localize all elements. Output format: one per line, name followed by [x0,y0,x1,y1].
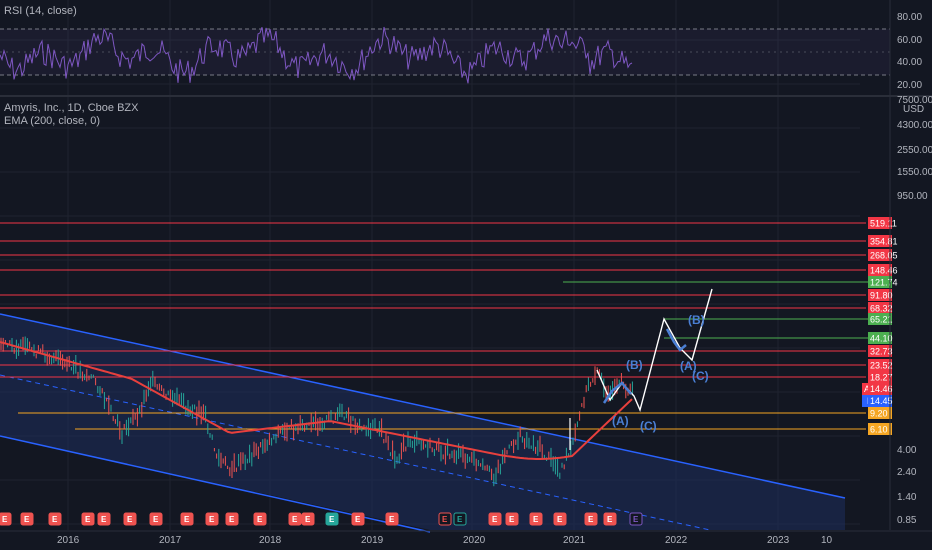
earnings-label: E [292,515,298,524]
wave-label: (B) [688,313,705,327]
earnings-label: E [355,515,361,524]
wave-label: (C) [640,419,657,433]
price-axis-tick: 1.40 [897,492,917,503]
earnings-label: E [329,515,335,524]
x-axis-tick: 2021 [563,535,586,546]
level-label: 121.74 [870,278,898,288]
price-title: Amyris, Inc., 1D, Cboe BZX [4,102,139,114]
level-label: 32.73 [870,347,893,357]
earnings-label: E [85,515,91,524]
level-label: 268.05 [870,251,898,261]
earnings-label: E [52,515,58,524]
rsi-axis-tick: 60.00 [897,35,922,46]
earnings-label: E [257,515,263,524]
level-label: 6.10 [870,425,888,435]
wave-label: (C) [692,369,709,383]
currency-label: USD [903,104,924,115]
level-label: 68.32 [870,304,893,314]
price-axis-tick: 4.00 [897,445,917,456]
earnings-label: E [127,515,133,524]
earnings-label: E [389,515,395,524]
x-axis-tick: 10 [821,535,833,546]
level-label: 519.11 [870,219,897,229]
earnings-label: E [305,515,311,524]
rsi-axis-tick: 20.00 [897,80,922,91]
x-axis-tick: 2018 [259,535,282,546]
x-axis-tick: 2023 [767,535,790,546]
wave-label: (B) [626,358,643,372]
earnings-label: E [607,515,613,524]
earnings-label: E [557,515,563,524]
x-axis-tick: 2016 [57,535,80,546]
earnings-label: E [184,515,190,524]
earnings-label: E [533,515,539,524]
earnings-label: E [509,515,515,524]
rsi-axis-tick: 80.00 [897,12,922,23]
earnings-label: E [633,515,639,524]
price-axis-tick: 1550.00 [897,167,932,178]
earnings-label: E [24,515,30,524]
earnings-label: E [209,515,215,524]
ema-legend: EMA (200, close, 0) [4,115,100,127]
level-label: 148.46 [870,266,898,276]
level-label: 18.27 [870,373,893,383]
level-label: 65.21 [870,315,893,325]
earnings-label: E [2,515,8,524]
earnings-label: E [153,515,159,524]
price-axis-tick: 2.40 [897,467,917,478]
price-axis-tick: 2550.00 [897,145,932,156]
rsi-axis-tick: 40.00 [897,57,922,68]
level-label: 9.20 [870,409,888,419]
earnings-label: E [101,515,107,524]
last-price: 14.46 [870,384,893,394]
price-axis-tick: 4300.00 [897,120,932,131]
level-label: 44.10 [870,334,893,344]
chart-canvas[interactable]: 80.00 60.00 40.00 20.00 519.11 354.81 268.05 14… [0,0,932,550]
price-axis-tick: 0.85 [897,515,917,526]
x-axis-tick: 2022 [665,535,688,546]
x-axis-tick: 2017 [159,535,182,546]
wave-label: (A) [612,414,629,428]
level-label: 23.52 [870,361,893,371]
x-axis-tick: 2020 [463,535,486,546]
earnings-label: E [492,515,498,524]
level-label: 354.81 [870,237,898,247]
rsi-title: RSI (14, close) [4,5,77,17]
post-price: 14.45 [870,396,893,406]
earnings-label: E [457,515,463,524]
price-axis-tick: 950.00 [897,191,928,202]
x-axis-tick: 2019 [361,535,384,546]
level-label: 91.80 [870,291,893,301]
earnings-label: E [229,515,235,524]
earnings-label: E [588,515,594,524]
earnings-label: E [442,515,448,524]
